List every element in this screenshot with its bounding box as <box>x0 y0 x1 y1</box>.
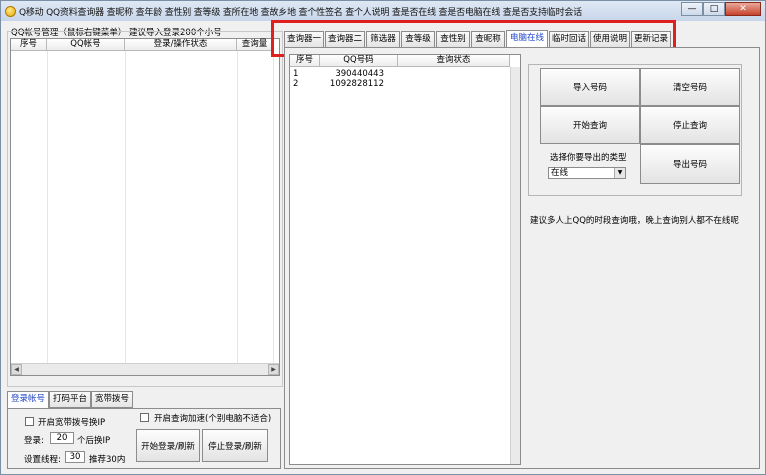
window-title: Q移动 QQ资料查询器 查昵称 查年龄 查性别 查等级 查所在地 查故乡地 查个… <box>19 7 582 18</box>
close-button[interactable]: ✕ <box>725 2 761 16</box>
broadband-label: 开启宽带拨号换IP <box>38 418 106 428</box>
chevron-down-icon[interactable]: ▼ <box>614 168 625 178</box>
col-header-status[interactable]: 登录/操作状态 <box>125 39 237 51</box>
pc-online-panel: 序号 QQ号码 查询状态 1 390440443 2 1092828112 导入… <box>284 47 760 469</box>
import-numbers-button[interactable]: 导入号码 <box>540 68 640 106</box>
account-list-hscroll[interactable]: ◀ ▶ <box>11 363 279 375</box>
accel-label: 开启查询加速(个别电脑不适合) <box>154 414 272 424</box>
start-query-button[interactable]: 开始查询 <box>540 106 640 144</box>
threads-suffix: 推荐30内 <box>89 455 126 465</box>
minimize-button[interactable]: — <box>681 2 703 16</box>
export-type-value: 在线 <box>551 168 569 178</box>
login-prefix: 登录: <box>24 436 44 446</box>
results-row-2-no: 2 <box>293 79 299 89</box>
results-row-1-qq: 390440443 <box>335 69 384 79</box>
maximize-button[interactable]: □ <box>703 2 725 16</box>
results-row-1-no: 1 <box>293 69 299 79</box>
results-row-2-qq: 1092828112 <box>329 79 384 89</box>
stop-login-button[interactable]: 停止登录/刷新 <box>202 429 268 462</box>
login-suffix: 个后换IP <box>77 436 111 446</box>
threads-input[interactable]: 30 <box>65 451 85 463</box>
app-logo-icon <box>5 5 16 17</box>
tab-captcha-platform[interactable]: 打码平台 <box>49 391 91 408</box>
export-type-label: 选择你要导出的类型 <box>550 153 627 163</box>
query-tip: 建议多人上QQ的时段查询哦，晚上查询别人都不在线呢 <box>530 216 739 226</box>
login-panel: 开启宽带拨号换IP 开启查询加速(个别电脑不适合) 登录: 20 个后换IP 设… <box>7 408 281 469</box>
login-count-input[interactable]: 20 <box>50 432 74 444</box>
title-bar: Q移动 QQ资料查询器 查昵称 查年龄 查性别 查等级 查所在地 查故乡地 查个… <box>1 1 765 21</box>
tab-broadband-dial[interactable]: 宽带拨号 <box>91 391 133 408</box>
app-window: Q移动 QQ资料查询器 查昵称 查年龄 查性别 查等级 查所在地 查故乡地 查个… <box>0 0 766 475</box>
accel-checkbox[interactable] <box>140 413 149 422</box>
scroll-left-icon[interactable]: ◀ <box>11 364 22 375</box>
results-vscroll[interactable] <box>510 67 520 464</box>
col-header-qq[interactable]: QQ帐号 <box>47 39 125 51</box>
export-numbers-button[interactable]: 导出号码 <box>640 144 740 184</box>
threads-prefix: 设置线程: <box>24 455 61 465</box>
col-header-count[interactable]: 查询量 <box>237 39 273 51</box>
stop-query-button[interactable]: 停止查询 <box>640 106 740 144</box>
broadband-checkbox[interactable] <box>25 417 34 426</box>
results-col-no[interactable]: 序号 <box>290 55 320 67</box>
col-header-no[interactable]: 序号 <box>11 39 47 51</box>
scroll-right-icon[interactable]: ▶ <box>268 364 279 375</box>
results-list[interactable]: 序号 QQ号码 查询状态 1 390440443 2 1092828112 <box>289 54 521 465</box>
tab-login-account[interactable]: 登录帐号 <box>7 391 49 409</box>
results-col-qq[interactable]: QQ号码 <box>320 55 398 67</box>
start-login-button[interactable]: 开始登录/刷新 <box>136 429 200 462</box>
clear-numbers-button[interactable]: 清空号码 <box>640 68 740 106</box>
account-list[interactable]: 序号 QQ帐号 登录/操作状态 查询量 ◀ ▶ <box>10 38 280 376</box>
results-col-status[interactable]: 查询状态 <box>398 55 510 67</box>
export-type-select[interactable]: 在线 ▼ <box>548 167 626 179</box>
